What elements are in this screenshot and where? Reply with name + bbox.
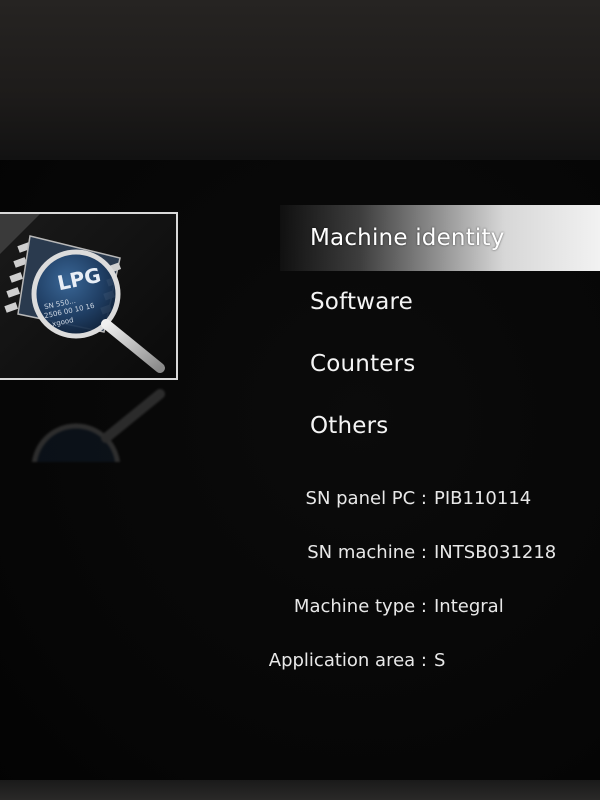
info-value: INTSB031218 [434, 542, 557, 563]
info-label: SN panel PC : [305, 488, 427, 509]
monitor-bezel-top [0, 0, 600, 160]
menu-item-machine-identity[interactable]: Machine identity [280, 205, 600, 271]
info-label: Application area : [268, 650, 427, 671]
magnifier-chip-icon: LPG SN 550... 2506 00 10 16 xgood [0, 214, 165, 373]
machine-info-panel: SN panel PC : PIB110114 SN machine : INT… [0, 480, 600, 696]
magnifier-reflection-icon [31, 389, 165, 462]
logo-reflection [0, 382, 178, 462]
info-label: Machine type : [293, 596, 427, 617]
menu-item-others[interactable]: Others [280, 395, 600, 457]
info-row-application-area: Application area : S [0, 642, 600, 696]
menu-item-software[interactable]: Software [280, 271, 600, 333]
machine-identity-logo: LPG SN 550... 2506 00 10 16 xgood [0, 212, 178, 380]
side-menu: Machine identity Software Counters Other… [280, 205, 600, 457]
info-value: Integral [434, 596, 504, 617]
info-label: SN machine : [307, 542, 427, 563]
info-value: S [434, 650, 446, 671]
info-row-sn-panel-pc: SN panel PC : PIB110114 [0, 480, 600, 534]
info-row-machine-type: Machine type : Integral [0, 588, 600, 642]
info-value: PIB110114 [434, 488, 532, 509]
menu-item-counters[interactable]: Counters [280, 333, 600, 395]
monitor-bezel-bottom [0, 780, 600, 800]
info-row-sn-machine: SN machine : INTSB031218 [0, 534, 600, 588]
